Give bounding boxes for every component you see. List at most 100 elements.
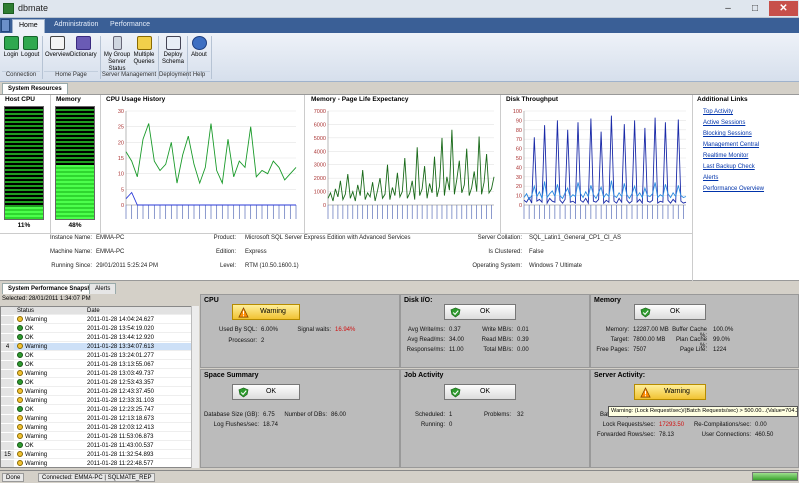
table-row[interactable]: Warning 2011-01-28 14:04:24.627 xyxy=(1,316,198,324)
table-row[interactable]: OK 2011-01-28 12:23:25.747 xyxy=(1,406,198,414)
table-row[interactable]: Warning 2011-01-28 12:33:31.103 xyxy=(1,397,198,405)
status-cell: OK xyxy=(17,361,85,369)
total-mb-label: Total MB/s: xyxy=(483,347,513,353)
table-row[interactable]: Warning 2011-01-28 12:03:12.413 xyxy=(1,424,198,432)
about-button[interactable]: About xyxy=(189,36,209,70)
deploy-label: Deploy xyxy=(163,52,183,58)
login-button[interactable]: Login xyxy=(2,36,20,70)
level-label: Level: xyxy=(219,263,236,269)
table-row[interactable]: 4 Warning 2011-01-28 13:34:07.613 xyxy=(1,343,198,351)
minimize-button[interactable]: – xyxy=(715,1,741,16)
link-realtime-monitor[interactable]: Realtime Monitor xyxy=(703,153,748,159)
y-tick-label: 20 xyxy=(118,140,124,146)
warning-icon xyxy=(17,388,23,394)
multiple-queries-button[interactable]: Multiple Queries xyxy=(133,36,155,70)
server-status-button[interactable]: Warning xyxy=(634,384,706,400)
user-connections-value: 460.50 xyxy=(755,432,774,438)
status-text: Warning xyxy=(25,461,48,467)
dictionary-button[interactable]: Dictionary xyxy=(70,36,97,70)
status-cell: Warning xyxy=(17,388,85,396)
deploy-icon xyxy=(165,36,181,50)
table-row[interactable]: Warning 2011-01-28 12:43:37.450 xyxy=(1,388,198,396)
maximize-button[interactable]: □ xyxy=(742,1,768,16)
table-row[interactable]: Warning 2011-01-28 11:22:48.577 xyxy=(1,460,198,467)
ok-shield-icon xyxy=(450,307,461,318)
space-status-button[interactable]: OK xyxy=(232,384,300,400)
tab-performance[interactable]: Performance xyxy=(104,19,156,33)
table-row[interactable]: Warning 2011-01-28 13:03:49.737 xyxy=(1,370,198,378)
divider xyxy=(500,95,501,233)
row-number: 15 xyxy=(1,451,14,459)
deploy-schema-button[interactable]: Deploy Schema xyxy=(160,36,186,70)
application-menu-button[interactable] xyxy=(1,19,10,32)
status-cell: OK xyxy=(17,406,85,414)
table-row[interactable]: OK 2011-01-28 13:44:12.920 xyxy=(1,334,198,342)
status-column-header[interactable]: Status xyxy=(17,307,85,315)
status-bar: Done Connected: EMMA-PC | SQLMATE_REP xyxy=(0,470,799,483)
scheduled-label: Scheduled: xyxy=(414,412,445,418)
running-value: 0 xyxy=(449,422,453,428)
status-text: OK xyxy=(25,326,34,332)
status-cell: Warning xyxy=(17,316,85,324)
window-title: dbmate xyxy=(18,3,49,13)
grid-scrollbar[interactable] xyxy=(191,306,199,468)
progress-fill xyxy=(753,473,797,480)
y-tick-label: 100 xyxy=(513,109,522,115)
link-management-central[interactable]: Management Central xyxy=(703,142,759,148)
disk-status-button[interactable]: OK xyxy=(444,304,516,320)
status-connection: Connected: EMMA-PC | SQLMATE_REP xyxy=(38,473,156,482)
table-row[interactable]: 15 Warning 2011-01-28 11:32:54.893 xyxy=(1,451,198,459)
link-top-activity[interactable]: Top Activity xyxy=(703,109,733,115)
row-number xyxy=(1,397,14,405)
memory-value: 12287.00 MB xyxy=(633,327,669,333)
link-alerts[interactable]: Alerts xyxy=(703,175,718,181)
table-row[interactable]: OK 2011-01-28 12:53:43.357 xyxy=(1,379,198,387)
ribbon: Login Logout Overview Dictionary My Grou… xyxy=(0,33,799,82)
date-cell: 2011-01-28 11:22:48.577 xyxy=(87,461,154,467)
logout-button[interactable]: Logout xyxy=(21,36,39,70)
table-row[interactable]: OK 2011-01-28 11:43:00.537 xyxy=(1,442,198,450)
status-cell: OK xyxy=(17,379,85,387)
link-performance-overview[interactable]: Performance Overview xyxy=(703,186,764,192)
cpu-status-button[interactable]: Warning xyxy=(232,304,300,320)
table-row[interactable]: OK 2011-01-28 13:54:19.020 xyxy=(1,325,198,333)
table-row[interactable]: OK 2011-01-28 13:13:55.067 xyxy=(1,361,198,369)
y-tick-label: 10 xyxy=(118,172,124,178)
overview-button[interactable]: Overview xyxy=(45,36,70,70)
server-status-button[interactable]: My Group Server Status xyxy=(102,36,132,72)
link-last-backup-check[interactable]: Last Backup Check xyxy=(703,164,755,170)
target-label: Target: xyxy=(610,337,629,343)
grid-header: Status Date xyxy=(1,307,198,315)
row-number xyxy=(1,442,14,450)
tab-home[interactable]: Home xyxy=(12,19,45,33)
forwarded-rows-label: Forwarded Rows/sec: xyxy=(596,432,655,438)
y-tick-label: 5000 xyxy=(314,136,326,142)
link-active-sessions[interactable]: Active Sessions xyxy=(703,120,745,126)
group-home-page: Home Page xyxy=(44,71,98,80)
memory-label: Memory: xyxy=(605,327,629,333)
series-line-1 xyxy=(523,180,687,201)
link-blocking-sessions[interactable]: Blocking Sessions xyxy=(703,131,752,137)
row-number xyxy=(1,361,14,369)
disk-throughput-chart: 100 90 80 70 60 50 40 30 20 10 0 xyxy=(502,107,690,227)
row-number xyxy=(1,406,14,414)
ple-title: Memory - Page Life Expectancy xyxy=(311,96,409,103)
date-column-header[interactable]: Date xyxy=(87,307,192,315)
job-status-button[interactable]: OK xyxy=(444,384,516,400)
y-tick-label: 7000 xyxy=(314,109,326,115)
table-row[interactable]: OK 2011-01-28 13:24:01.277 xyxy=(1,352,198,360)
tab-system-resources[interactable]: System Resources xyxy=(2,83,68,94)
about-icon xyxy=(191,36,207,50)
ribbon-separator xyxy=(42,36,43,79)
y-tick-label: 30 xyxy=(118,109,124,115)
table-row[interactable]: Warning 2011-01-28 11:53:06.873 xyxy=(1,433,198,441)
close-button[interactable]: ✕ xyxy=(769,1,798,16)
tab-alerts[interactable]: Alerts xyxy=(89,283,117,294)
date-cell: 2011-01-28 13:34:07.613 xyxy=(87,344,154,350)
memory-status-button[interactable]: OK xyxy=(634,304,706,320)
selected-snapshot-label: Selected: 28/01/2011 1:34:07 PM xyxy=(2,296,91,302)
memory-title: Memory xyxy=(56,96,81,103)
date-cell: 2011-01-28 12:03:12.413 xyxy=(87,425,154,431)
table-row[interactable]: Warning 2011-01-28 12:13:18.673 xyxy=(1,415,198,423)
tab-administration[interactable]: Administration xyxy=(48,19,104,33)
